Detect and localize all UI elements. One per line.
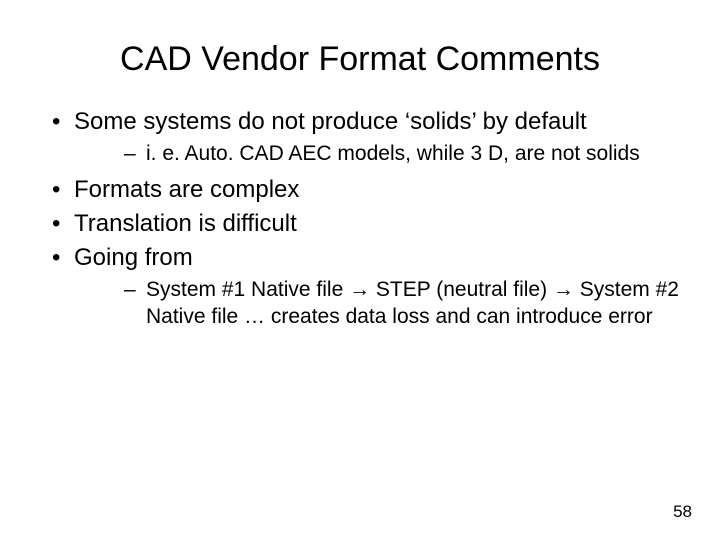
bullet-text: Formats are complex [74,176,299,203]
slide: CAD Vendor Format Comments Some systems … [0,0,720,330]
sub-bullet-list: i. e. Auto. CAD AEC models, while 3 D, a… [74,141,680,167]
sub-bullet-text: i. e. Auto. CAD AEC models, while 3 D, a… [146,142,640,165]
bullet-list: Some systems do not produce ‘solids’ by … [40,107,680,330]
sub-bullet-list: System #1 Native file → STEP (neutral fi… [74,277,680,330]
sub-bullet-item: i. e. Auto. CAD AEC models, while 3 D, a… [74,141,680,167]
sub-bullet-text: System #1 Native file → STEP (neutral fi… [146,278,679,327]
bullet-item: Some systems do not produce ‘solids’ by … [40,107,680,167]
bullet-item: Translation is difficult [40,209,680,239]
slide-title: CAD Vendor Format Comments [40,40,680,79]
bullet-text: Some systems do not produce ‘solids’ by … [74,108,587,135]
sub-bullet-item: System #1 Native file → STEP (neutral fi… [74,277,680,330]
bullet-text: Going from [74,244,193,271]
bullet-item: Formats are complex [40,175,680,205]
bullet-item: Going from System #1 Native file → STEP … [40,243,680,330]
page-number: 58 [673,502,692,522]
bullet-text: Translation is difficult [74,210,297,237]
